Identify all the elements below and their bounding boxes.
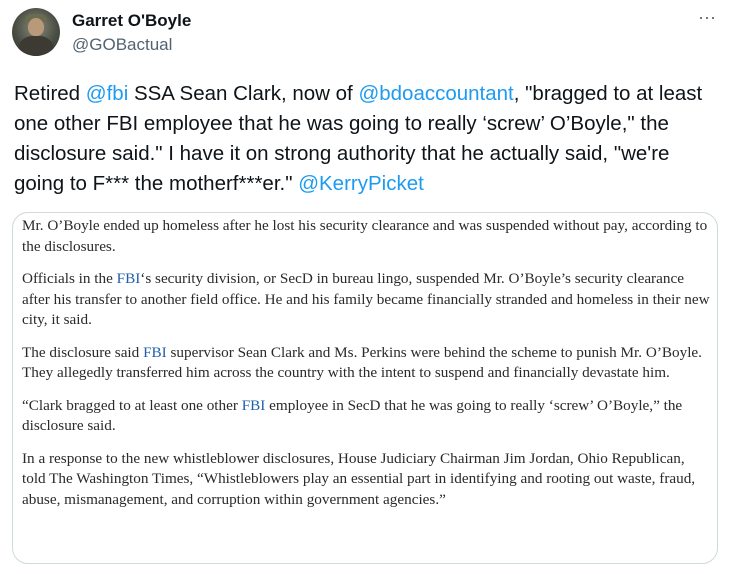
article-fbi-link: FBI bbox=[116, 270, 141, 287]
article-fbi-link: FBI bbox=[241, 396, 266, 414]
avatar-body bbox=[18, 36, 54, 56]
author-handle[interactable]: @GOBactual bbox=[72, 35, 172, 55]
avatar[interactable] bbox=[12, 8, 60, 56]
article-paragraph-5: In a response to the new whistleblower d… bbox=[22, 449, 696, 508]
article-paragraph-1: Mr. O’Boyle ended up homeless after he l… bbox=[22, 217, 708, 255]
avatar-face bbox=[28, 18, 44, 36]
author-name[interactable]: Garret O'Boyle bbox=[72, 11, 191, 31]
mention-kerrypicket-link[interactable]: @KerryPicket bbox=[298, 172, 424, 195]
article-paragraph-4: “Clark bragged to at least one other FBI… bbox=[22, 396, 683, 435]
tweet-text-part: Retired bbox=[14, 82, 86, 105]
attached-image-card[interactable]: Mr. O’Boyle ended up homeless after he l… bbox=[12, 212, 718, 564]
article-paragraph-2: Officials in the FBI‘s security division… bbox=[22, 270, 710, 328]
mention-fbi-link[interactable]: @fbi bbox=[86, 82, 128, 105]
more-options-icon[interactable]: ··· bbox=[696, 8, 718, 30]
article-fbi-link: FBI bbox=[143, 343, 167, 361]
tweet-text: Retired @fbi SSA Sean Clark, now of @bdo… bbox=[14, 79, 720, 199]
tweet-text-part: SSA Sean Clark, now of bbox=[128, 82, 359, 105]
article-screenshot: Mr. O’Boyle ended up homeless after he l… bbox=[22, 216, 712, 522]
article-paragraph-3: The disclosure said FBI supervisor Sean … bbox=[22, 343, 702, 382]
mention-bdoaccountant-link[interactable]: @bdoaccountant bbox=[358, 82, 513, 105]
